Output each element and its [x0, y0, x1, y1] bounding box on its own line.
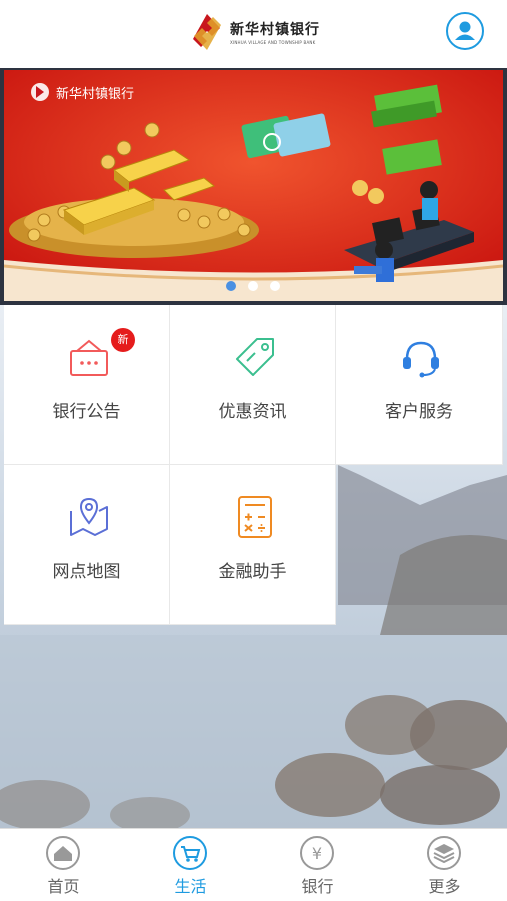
svg-text:¥: ¥: [312, 844, 322, 863]
banner-illustration: 新华村镇银行: [4, 70, 503, 301]
layers-icon: [433, 844, 455, 864]
menu-tile-branch-map[interactable]: 网点地图: [4, 465, 170, 625]
cart-icon: [181, 846, 201, 862]
tab-label-bank: 银行: [301, 877, 334, 896]
tab-label-more: 更多: [428, 877, 461, 896]
menu-label-promotions: 优惠资讯: [218, 402, 287, 422]
map-pin-icon: [70, 497, 108, 536]
announcement-icon: [70, 339, 108, 376]
banner-dot-1[interactable]: [226, 281, 236, 291]
bank-name: 新华村镇银行: [230, 22, 320, 38]
yen-icon: ¥: [312, 844, 322, 863]
tab-label-home: 首页: [47, 877, 80, 896]
banner-pagination[interactable]: [226, 281, 280, 291]
tab-bank[interactable]: ¥ 银行: [254, 829, 381, 901]
tab-label-life: 生活: [174, 877, 207, 896]
menu-label-announcement: 银行公告: [52, 402, 121, 422]
calculator-icon: [238, 496, 272, 538]
menu-label-branch-map: 网点地图: [52, 562, 121, 582]
user-profile-button[interactable]: [446, 12, 484, 50]
tab-home[interactable]: 首页: [0, 829, 127, 901]
menu-tile-announcement[interactable]: 新 银行公告: [4, 305, 170, 465]
banner-dot-3[interactable]: [270, 281, 280, 291]
tab-more[interactable]: 更多: [381, 829, 507, 901]
menu-label-customer-service: 客户服务: [385, 402, 453, 422]
user-icon: [455, 21, 475, 40]
bank-name-en: XINHUA VILLAGE AND TOWNSHIP BANK: [230, 40, 316, 45]
bottom-tab-bar: 首页 生活 ¥ 银行 更多: [0, 828, 507, 901]
header-bar: 新华村镇银行 XINHUA VILLAGE AND TOWNSHIP BANK: [0, 0, 507, 66]
menu-tile-customer-service[interactable]: 客户服务: [336, 305, 503, 465]
tab-life[interactable]: 生活: [127, 829, 254, 901]
tag-icon: [236, 338, 274, 376]
banner-dot-2[interactable]: [248, 281, 258, 291]
new-badge: 新: [111, 328, 135, 352]
menu-label-finance-assistant: 金融助手: [218, 562, 287, 582]
headset-icon: [403, 341, 439, 378]
home-icon: [54, 846, 72, 861]
bank-logo: 新华村镇银行 XINHUA VILLAGE AND TOWNSHIP BANK: [190, 12, 320, 52]
promo-banner[interactable]: 新华村镇银行: [0, 68, 507, 305]
menu-tile-finance-assistant[interactable]: 金融助手: [170, 465, 336, 625]
menu-tile-promotions[interactable]: 优惠资讯: [170, 305, 336, 465]
banner-logo-text: 新华村镇银行: [56, 86, 134, 102]
bank-logo-mark-icon: [193, 14, 221, 50]
